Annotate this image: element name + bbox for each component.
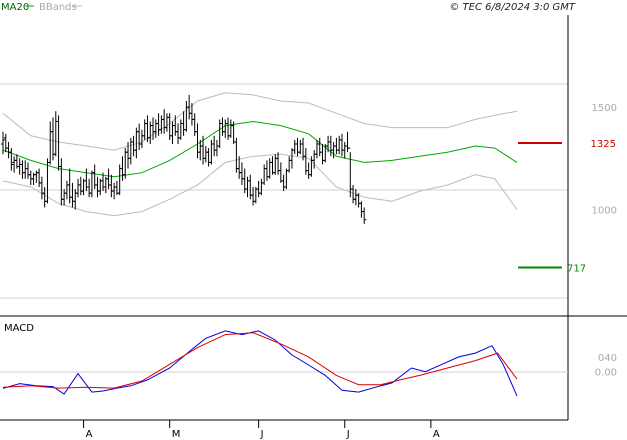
chart-background [0,0,627,440]
macd-title: MACD [4,323,34,334]
price-tick-label: 1000 [592,206,617,217]
source-copyright: © TEC 6/8/2024 3:0 GMT [449,2,576,13]
x-tick-label: M [172,429,181,440]
price-tick-label: 1500 [592,103,617,114]
bb-legend-label: BBands [39,2,77,13]
x-tick-label: A [86,429,93,440]
x-tick-label: A [433,429,440,440]
macd-tick-label: 040 [598,353,617,364]
ma-legend-label: MA20 [1,2,29,13]
x-tick-label: J [346,429,350,440]
x-tick-label: J [260,429,264,440]
resistance-level-label: 1325 [591,139,616,150]
macd-tick-label: 0.00 [595,368,617,379]
support-level-label: 717 [567,263,586,274]
stock-chart: MA20 BBands © TEC 6/8/2024 3:0 GMT 1325 7… [0,0,627,440]
